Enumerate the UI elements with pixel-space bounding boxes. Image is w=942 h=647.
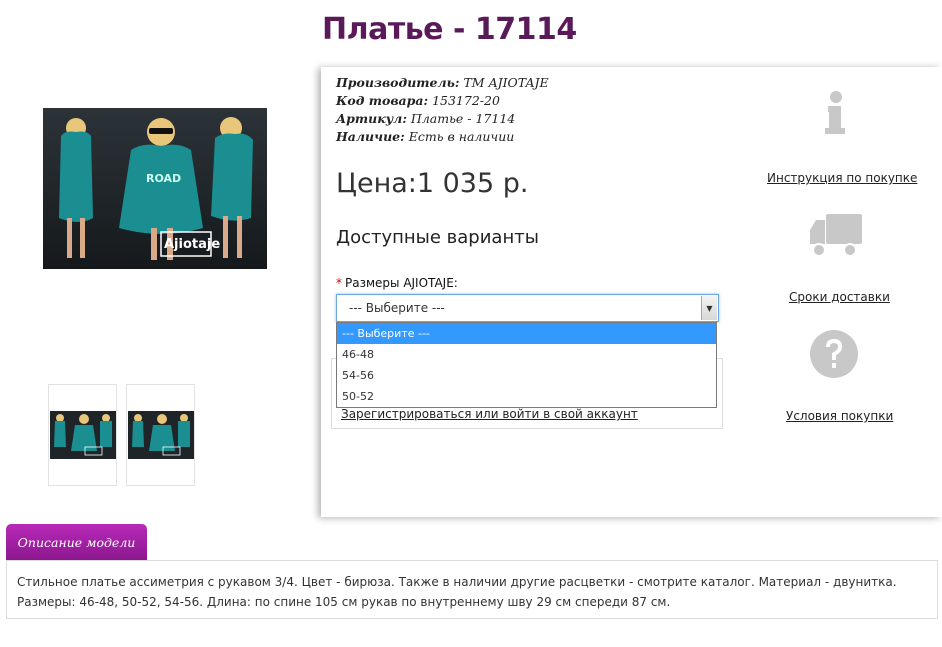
thumbnail-image xyxy=(128,411,194,459)
size-label: * Размеры AJIOTAJE: xyxy=(336,276,458,290)
size-select-value: --- Выберите --- xyxy=(349,301,445,315)
product-photo: ROAD xyxy=(43,108,267,269)
product-main-image[interactable]: ROAD Ajiotaje xyxy=(43,108,267,269)
size-option[interactable]: 54-56 xyxy=(337,365,716,386)
svg-text:ROAD: ROAD xyxy=(146,172,181,185)
register-login-link[interactable]: Зарегистрироваться или войти в свой акка… xyxy=(341,407,638,421)
stock-value: Есть в наличии xyxy=(408,129,515,144)
product-thumbnail[interactable] xyxy=(126,384,195,486)
brand-logo: Ajiotaje xyxy=(164,237,221,252)
product-thumbnail[interactable] xyxy=(48,384,117,486)
meta-label: Производитель: xyxy=(336,75,460,90)
product-meta: Производитель: ТМ AJIOTAJE Код товара: 1… xyxy=(336,74,549,146)
delivery-terms-link[interactable]: Сроки доставки xyxy=(789,290,890,304)
required-marker: * xyxy=(336,276,342,290)
product-price: Цена:1 035 р. xyxy=(336,168,529,199)
variants-heading: Доступные варианты xyxy=(336,227,539,248)
product-description: Стильное платье ассиметрия с рукавом 3/4… xyxy=(6,560,938,619)
question-icon xyxy=(810,330,858,378)
meta-label: Наличие: xyxy=(336,129,405,144)
manufacturer-value: ТМ AJIOTAJE xyxy=(463,75,549,90)
purchase-instruction-link[interactable]: Инструкция по покупке xyxy=(767,171,917,185)
size-select[interactable]: --- Выберите --- ▼ xyxy=(336,294,719,322)
purchase-terms-link[interactable]: Условия покупки xyxy=(786,409,893,423)
size-label-text: Размеры AJIOTAJE: xyxy=(345,276,458,290)
size-option[interactable]: 46-48 xyxy=(337,344,716,365)
size-dropdown-list: --- Выберите --- 46-48 54-56 50-52 xyxy=(336,322,717,408)
sku-value: Платье - 17114 xyxy=(410,111,516,126)
size-option[interactable]: 50-52 xyxy=(337,386,716,407)
truck-icon xyxy=(810,214,862,257)
chevron-down-icon[interactable]: ▼ xyxy=(701,296,717,320)
meta-label: Артикул: xyxy=(336,111,407,126)
size-option[interactable]: --- Выберите --- xyxy=(337,323,716,344)
meta-label: Код товара: xyxy=(336,93,429,108)
thumbnail-image xyxy=(50,411,116,459)
page-title: Платье - 17114 xyxy=(322,12,577,47)
tab-description[interactable]: Описание модели xyxy=(6,524,147,560)
product-code-value: 153172-20 xyxy=(432,93,500,108)
description-text: Стильное платье ассиметрия с рукавом 3/4… xyxy=(17,575,897,609)
info-icon xyxy=(825,91,845,134)
